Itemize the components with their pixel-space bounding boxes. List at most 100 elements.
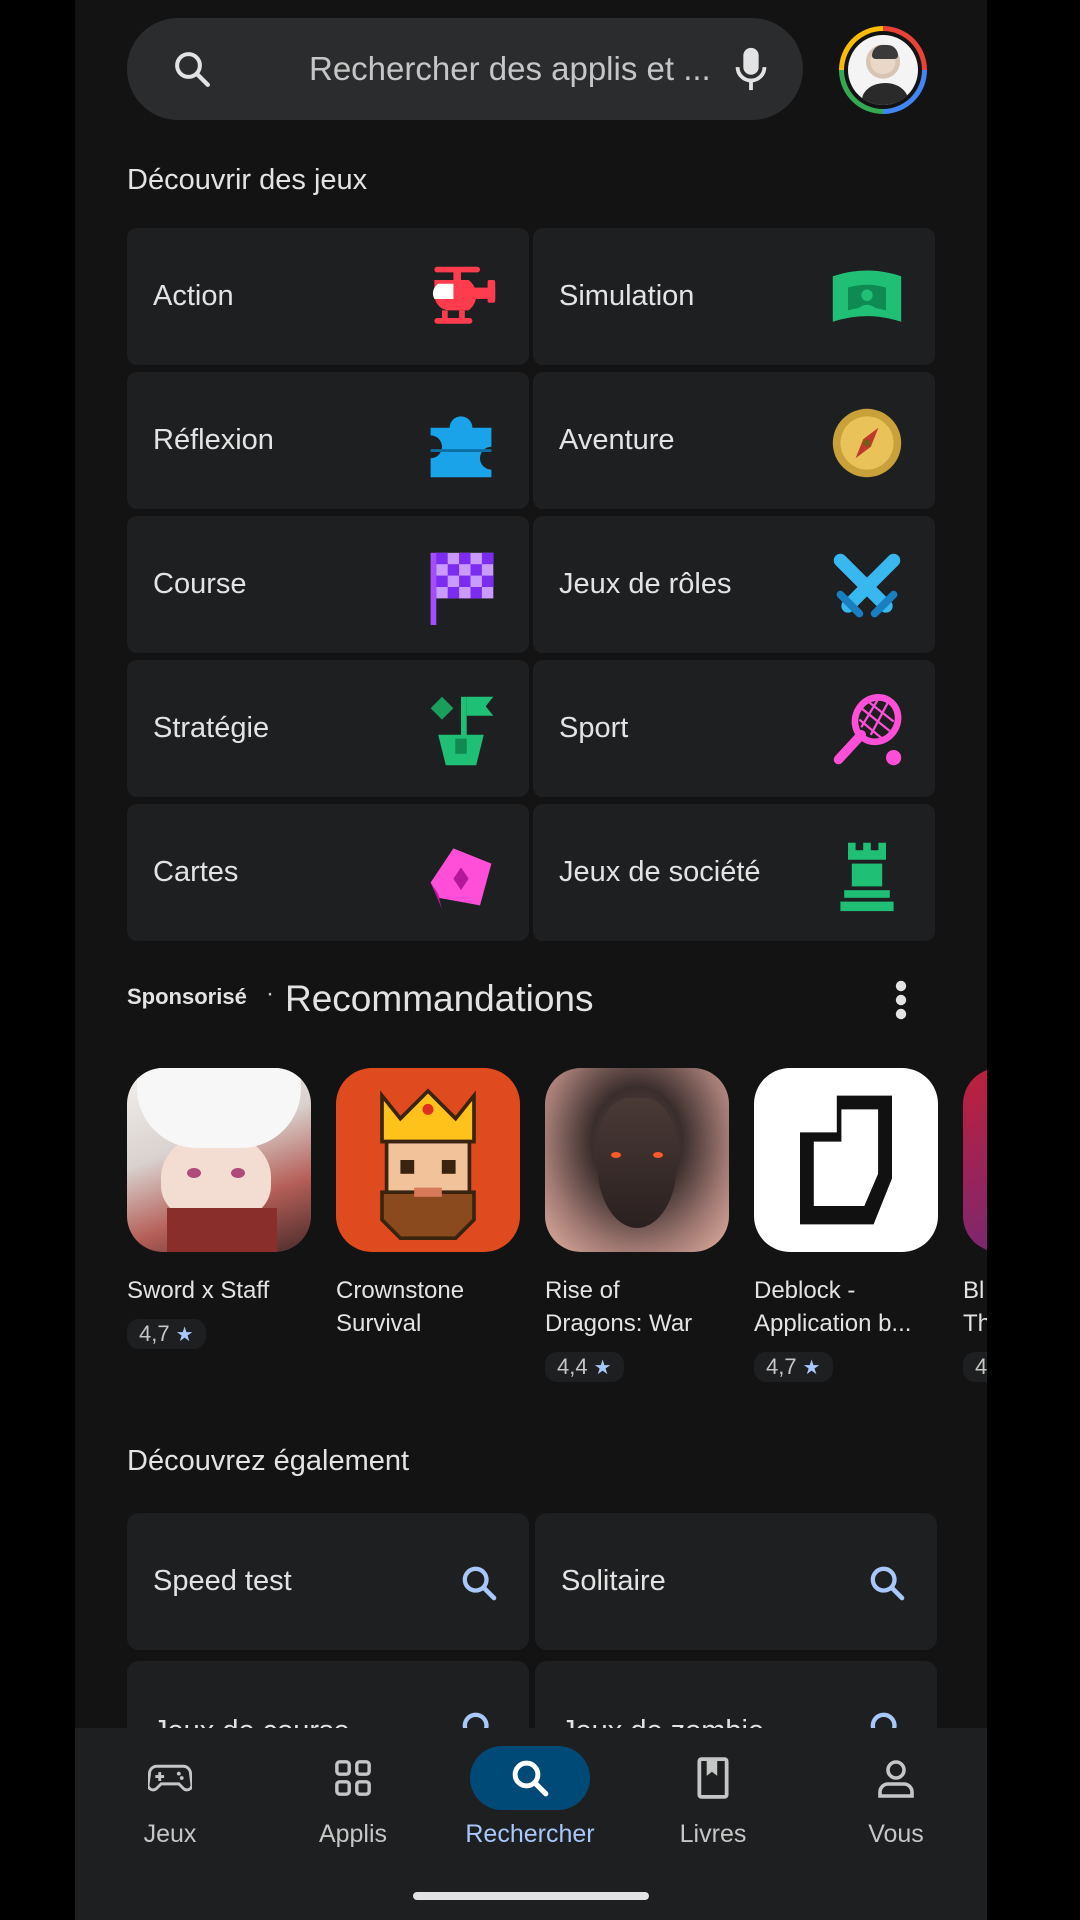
app-icon (545, 1068, 729, 1252)
nav-applis[interactable]: Applis (283, 1746, 423, 1849)
search-placeholder[interactable]: Rechercher des applis et ... (309, 18, 711, 120)
star-icon: ★ (175, 1323, 194, 1346)
app-card-crownstone-survival[interactable]: Crownstone Survival (336, 1068, 520, 1340)
category-course[interactable]: Course (127, 516, 529, 653)
nav-label: Livres (679, 1820, 747, 1848)
category-jeux-de-societe[interactable]: Jeux de société (533, 804, 935, 941)
app-name-line2: Application b... (754, 1310, 912, 1337)
home-indicator[interactable] (413, 1892, 649, 1900)
app-card-rise-of-dragons[interactable]: Rise of Dragons: War 4,4 ★ (545, 1068, 729, 1382)
category-label: Stratégie (153, 712, 270, 744)
star-icon: ★ (593, 1356, 612, 1379)
app-name-line2: Dragons: War (545, 1310, 693, 1337)
app-card-partial[interactable]: Bl Th 4 (963, 1068, 987, 1382)
app-name: Bl Th (963, 1274, 987, 1340)
app-name: Deblock - Application b... (754, 1274, 938, 1340)
search-bar[interactable]: Rechercher des applis et ... (127, 18, 803, 120)
suggestion-label: Speed test (153, 1565, 292, 1597)
app-name-line1: Crownstone (336, 1277, 465, 1304)
separator-dot: · (266, 980, 274, 1007)
category-action[interactable]: Action (127, 228, 529, 365)
category-aventure[interactable]: Aventure (533, 372, 935, 509)
stadium-icon (832, 270, 902, 322)
helicopter-icon (432, 266, 496, 324)
category-label: Simulation (559, 280, 695, 312)
nav-label: Rechercher (465, 1820, 595, 1848)
app-rating: 4,4 ★ (545, 1352, 624, 1382)
search-icon (175, 52, 210, 87)
book-icon (697, 1757, 729, 1799)
crossed-swords-icon (833, 553, 901, 618)
app-rating: 4,7 ★ (754, 1352, 833, 1382)
nav-label: Jeux (143, 1820, 197, 1848)
deblock-logo-icon (800, 1095, 892, 1225)
rating-value: 4 (975, 1354, 987, 1379)
category-simulation[interactable]: Simulation (533, 228, 935, 365)
app-icon (336, 1068, 520, 1252)
app-name-line1: Rise of (545, 1277, 620, 1304)
category-label: Action (153, 280, 234, 312)
app-card-sword-x-staff[interactable]: Sword x Staff 4,7 ★ (127, 1068, 311, 1349)
nav-jeux[interactable]: Jeux (100, 1746, 240, 1849)
rating-value: 4,7 (766, 1354, 797, 1379)
tennis-racket-icon (833, 694, 902, 766)
app-name: Rise of Dragons: War (545, 1274, 729, 1340)
app-icon (963, 1068, 987, 1252)
star-icon: ★ (802, 1356, 821, 1379)
play-store-search-screen: Rechercher des applis et ... Découvrir d… (75, 0, 987, 1920)
search-icon (512, 1760, 549, 1797)
app-rating: 4,7 ★ (127, 1319, 206, 1349)
category-cartes[interactable]: Cartes (127, 804, 529, 941)
gamepad-icon (148, 1764, 192, 1792)
person-icon (878, 1760, 914, 1798)
account-avatar[interactable] (839, 26, 927, 114)
category-jeux-de-roles[interactable]: Jeux de rôles (533, 516, 935, 653)
profile-photo (848, 35, 918, 105)
microphone-icon[interactable] (733, 46, 769, 92)
category-label: Aventure (559, 424, 675, 456)
app-name-line1: Sword x Staff (127, 1277, 270, 1304)
app-name-line2: Survival (336, 1310, 422, 1337)
app-icon (127, 1068, 311, 1252)
sponsored-label: Sponsorisé (127, 984, 247, 1009)
puzzle-icon (430, 416, 492, 478)
app-name-line1: Deblock - (754, 1277, 856, 1304)
suggestion-label: Solitaire (561, 1565, 666, 1597)
category-label: Course (153, 568, 247, 600)
checkered-flag-icon (430, 552, 494, 625)
app-card-deblock[interactable]: Deblock - Application b... 4,7 ★ (754, 1068, 938, 1382)
app-name-line2: Th (963, 1310, 987, 1337)
category-label: Réflexion (153, 424, 274, 456)
category-label: Sport (559, 712, 629, 744)
category-reflexion[interactable]: Réflexion (127, 372, 529, 509)
apps-grid-icon (335, 1760, 371, 1796)
strategy-flag-icon (430, 696, 494, 766)
chess-rook-icon (840, 842, 894, 912)
games-section-title: Découvrir des jeux (127, 164, 368, 196)
discover-section-title: Découvrez également (127, 1445, 410, 1477)
king-face-icon (380, 1088, 476, 1241)
recommendations-title: Recommandations (285, 978, 594, 1019)
app-name: Sword x Staff (127, 1274, 311, 1307)
nav-rechercher[interactable]: Rechercher (460, 1746, 600, 1849)
suggestion-speed-test[interactable]: Speed test (127, 1513, 529, 1650)
category-sport[interactable]: Sport (533, 660, 935, 797)
app-rating: 4 (963, 1352, 987, 1382)
category-label: Jeux de société (559, 856, 761, 888)
more-options-icon[interactable] (889, 978, 913, 1022)
suggestion-solitaire[interactable]: Solitaire (535, 1513, 937, 1650)
category-label: Cartes (153, 856, 239, 888)
rating-value: 4,7 (139, 1321, 170, 1346)
search-icon (870, 1566, 905, 1601)
category-strategie[interactable]: Stratégie (127, 660, 529, 797)
rating-value: 4,4 (557, 1354, 588, 1379)
nav-label: Applis (318, 1820, 388, 1848)
search-icon (462, 1566, 497, 1601)
compass-icon (832, 408, 902, 478)
category-label: Jeux de rôles (559, 568, 732, 600)
nav-label: Vous (868, 1820, 924, 1848)
app-name: Crownstone Survival (336, 1274, 520, 1340)
nav-vous[interactable]: Vous (826, 1746, 966, 1849)
app-icon (754, 1068, 938, 1252)
nav-livres[interactable]: Livres (643, 1746, 783, 1849)
